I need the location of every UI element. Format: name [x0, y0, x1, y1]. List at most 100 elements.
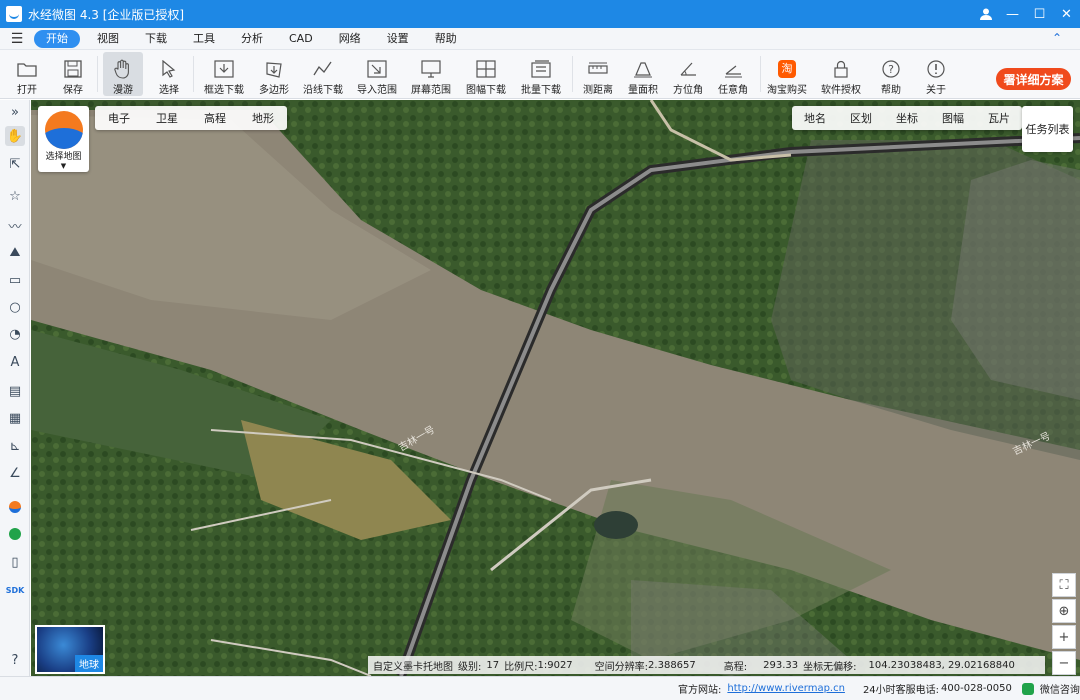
- polyline-tool-icon[interactable]: 〰: [5, 215, 25, 235]
- hand-tool-icon[interactable]: ✋: [5, 126, 25, 146]
- menu-bar: ☰ 开始 视图 下载 工具 分析 CAD 网络 设置 帮助 ⌃: [0, 28, 1080, 50]
- layer-tab-satellite[interactable]: 卫星: [143, 110, 191, 126]
- close-icon[interactable]: ✕: [1053, 0, 1080, 28]
- expand-panel-icon[interactable]: »: [5, 102, 25, 122]
- import-range-button[interactable]: 导入范围: [355, 52, 399, 96]
- menu-view[interactable]: 视图: [84, 30, 132, 48]
- license-button[interactable]: 软件授权: [818, 52, 864, 96]
- measure-distance-button[interactable]: 测距离: [578, 52, 618, 96]
- area-icon: [633, 59, 653, 79]
- pan-label: 漫游: [113, 85, 133, 96]
- promo-banner[interactable]: 署详细方案: [996, 68, 1071, 90]
- overlay-tab-tile[interactable]: 瓦片: [976, 110, 1022, 126]
- taobao-buy-label: 淘宝购买: [767, 85, 807, 96]
- link-icon[interactable]: [5, 524, 25, 544]
- zoom-out-icon[interactable]: −: [1052, 651, 1076, 675]
- line-download-button[interactable]: 沿线下载: [302, 52, 344, 96]
- select-button[interactable]: 选择: [150, 52, 188, 96]
- area-tool-icon[interactable]: ⛰: [5, 242, 25, 262]
- any-angle-button[interactable]: 任意角: [713, 52, 753, 96]
- app-logo-icon: [6, 6, 22, 22]
- angle-icon: [723, 59, 743, 79]
- menu-network[interactable]: 网络: [326, 30, 374, 48]
- phone-icon[interactable]: ▯: [5, 552, 25, 572]
- collapse-ribbon-icon[interactable]: ⌃: [1052, 31, 1062, 45]
- sheet-download-button[interactable]: 图幅下载: [463, 52, 509, 96]
- maximize-icon[interactable]: ☐: [1026, 0, 1053, 28]
- polygon-download-label: 多边形: [259, 85, 289, 96]
- overlay-tab-district[interactable]: 区划: [838, 110, 884, 126]
- line-download-icon: [313, 59, 333, 79]
- globe-minimap[interactable]: 地球: [35, 625, 105, 674]
- area-measure-tool-icon[interactable]: ▦: [5, 408, 25, 428]
- phone-label: 24小时客服电话:: [862, 685, 940, 696]
- polygon-download-button[interactable]: 多边形: [254, 52, 294, 96]
- layer-tab-terrain[interactable]: 地形: [239, 110, 287, 126]
- about-button[interactable]: 关于: [919, 52, 953, 96]
- measure-area-button[interactable]: 量面积: [623, 52, 663, 96]
- sdk-icon[interactable]: SDK: [5, 580, 25, 600]
- locate-icon[interactable]: ⊕: [1052, 599, 1076, 623]
- menu-analysis[interactable]: 分析: [228, 30, 276, 48]
- menu-download[interactable]: 下载: [132, 30, 180, 48]
- save-label: 保存: [63, 85, 83, 96]
- level-label: 级别:: [458, 661, 482, 673]
- batch-icon: [531, 59, 551, 79]
- select-map-button[interactable]: 选择地图 ▼: [38, 106, 89, 172]
- layer-tab-electronic[interactable]: 电子: [95, 110, 143, 126]
- minimize-icon[interactable]: —: [999, 0, 1026, 28]
- line-download-label: 沿线下载: [303, 85, 343, 96]
- screen-range-button[interactable]: 屏幕范围: [409, 52, 453, 96]
- grid-icon: [476, 59, 496, 79]
- zoom-in-icon[interactable]: +: [1052, 625, 1076, 649]
- save-button[interactable]: 保存: [54, 52, 92, 96]
- help-label: 帮助: [881, 85, 901, 96]
- ellipse-tool-icon[interactable]: ◔: [5, 324, 25, 344]
- ruler-tool-icon[interactable]: ▤: [5, 381, 25, 401]
- wechat-consult[interactable]: 微信咨询: [1040, 681, 1080, 696]
- ruler-icon: [588, 59, 608, 79]
- website-label: 官方网站:: [678, 685, 722, 696]
- task-list-button[interactable]: 任务列表: [1022, 106, 1073, 152]
- overlay-tab-placename[interactable]: 地名: [792, 110, 838, 126]
- website-link[interactable]: http://www.rivermap.cn: [727, 683, 845, 694]
- open-button[interactable]: 打开: [8, 52, 46, 96]
- menu-start[interactable]: 开始: [34, 29, 80, 48]
- box-download-button[interactable]: 框选下载: [201, 52, 247, 96]
- folder-icon: [17, 59, 37, 79]
- hamburger-menu-icon[interactable]: ☰: [0, 31, 34, 47]
- menu-settings[interactable]: 设置: [374, 30, 422, 48]
- select-map-label: 选择地图: [45, 152, 82, 162]
- circle-tool-icon[interactable]: ○: [5, 297, 25, 317]
- angle-tool-icon[interactable]: ∠: [5, 463, 25, 483]
- help-button[interactable]: ? 帮助: [874, 52, 908, 96]
- batch-download-button[interactable]: 批量下载: [518, 52, 564, 96]
- user-icon[interactable]: [972, 0, 999, 28]
- help-circle-icon[interactable]: ?: [5, 650, 25, 670]
- coord-value: 104.23038483, 29.02168840: [868, 659, 1015, 671]
- map-name: 自定义墨卡托地图: [373, 661, 453, 673]
- menu-help[interactable]: 帮助: [422, 30, 470, 48]
- text-tool-icon[interactable]: A: [5, 352, 25, 372]
- menu-tools[interactable]: 工具: [180, 30, 228, 48]
- overlay-tab-sheet[interactable]: 图幅: [930, 110, 976, 126]
- lock-icon: [831, 59, 851, 79]
- taobao-buy-button[interactable]: 淘 淘宝购买: [765, 52, 809, 96]
- menu-cad[interactable]: CAD: [276, 30, 326, 48]
- rectangle-tool-icon[interactable]: ▭: [5, 270, 25, 290]
- fullscreen-icon[interactable]: ⛶: [1052, 573, 1076, 597]
- hand-icon: [113, 59, 133, 79]
- azimuth-tool-icon[interactable]: ⊾: [5, 436, 25, 456]
- polygon-download-icon: [264, 59, 284, 79]
- azimuth-button[interactable]: 方位角: [668, 52, 708, 96]
- globe-label: 地球: [75, 655, 103, 672]
- map-view[interactable]: 吉林一号 吉林一号 选择地图 ▼ 电子 卫星 高程 地形 地名 区划 坐标 图幅…: [31, 100, 1080, 676]
- coord-label: 坐标无偏移:: [803, 661, 857, 673]
- marker-tool-icon[interactable]: ☆: [5, 186, 25, 206]
- open-label: 打开: [17, 85, 37, 96]
- overlay-tab-coordinate[interactable]: 坐标: [884, 110, 930, 126]
- select-tool-icon[interactable]: ⇱: [5, 154, 25, 174]
- app-logo-small-icon[interactable]: [5, 497, 25, 517]
- pan-button[interactable]: 漫游: [103, 52, 143, 96]
- layer-tab-elevation[interactable]: 高程: [191, 110, 239, 126]
